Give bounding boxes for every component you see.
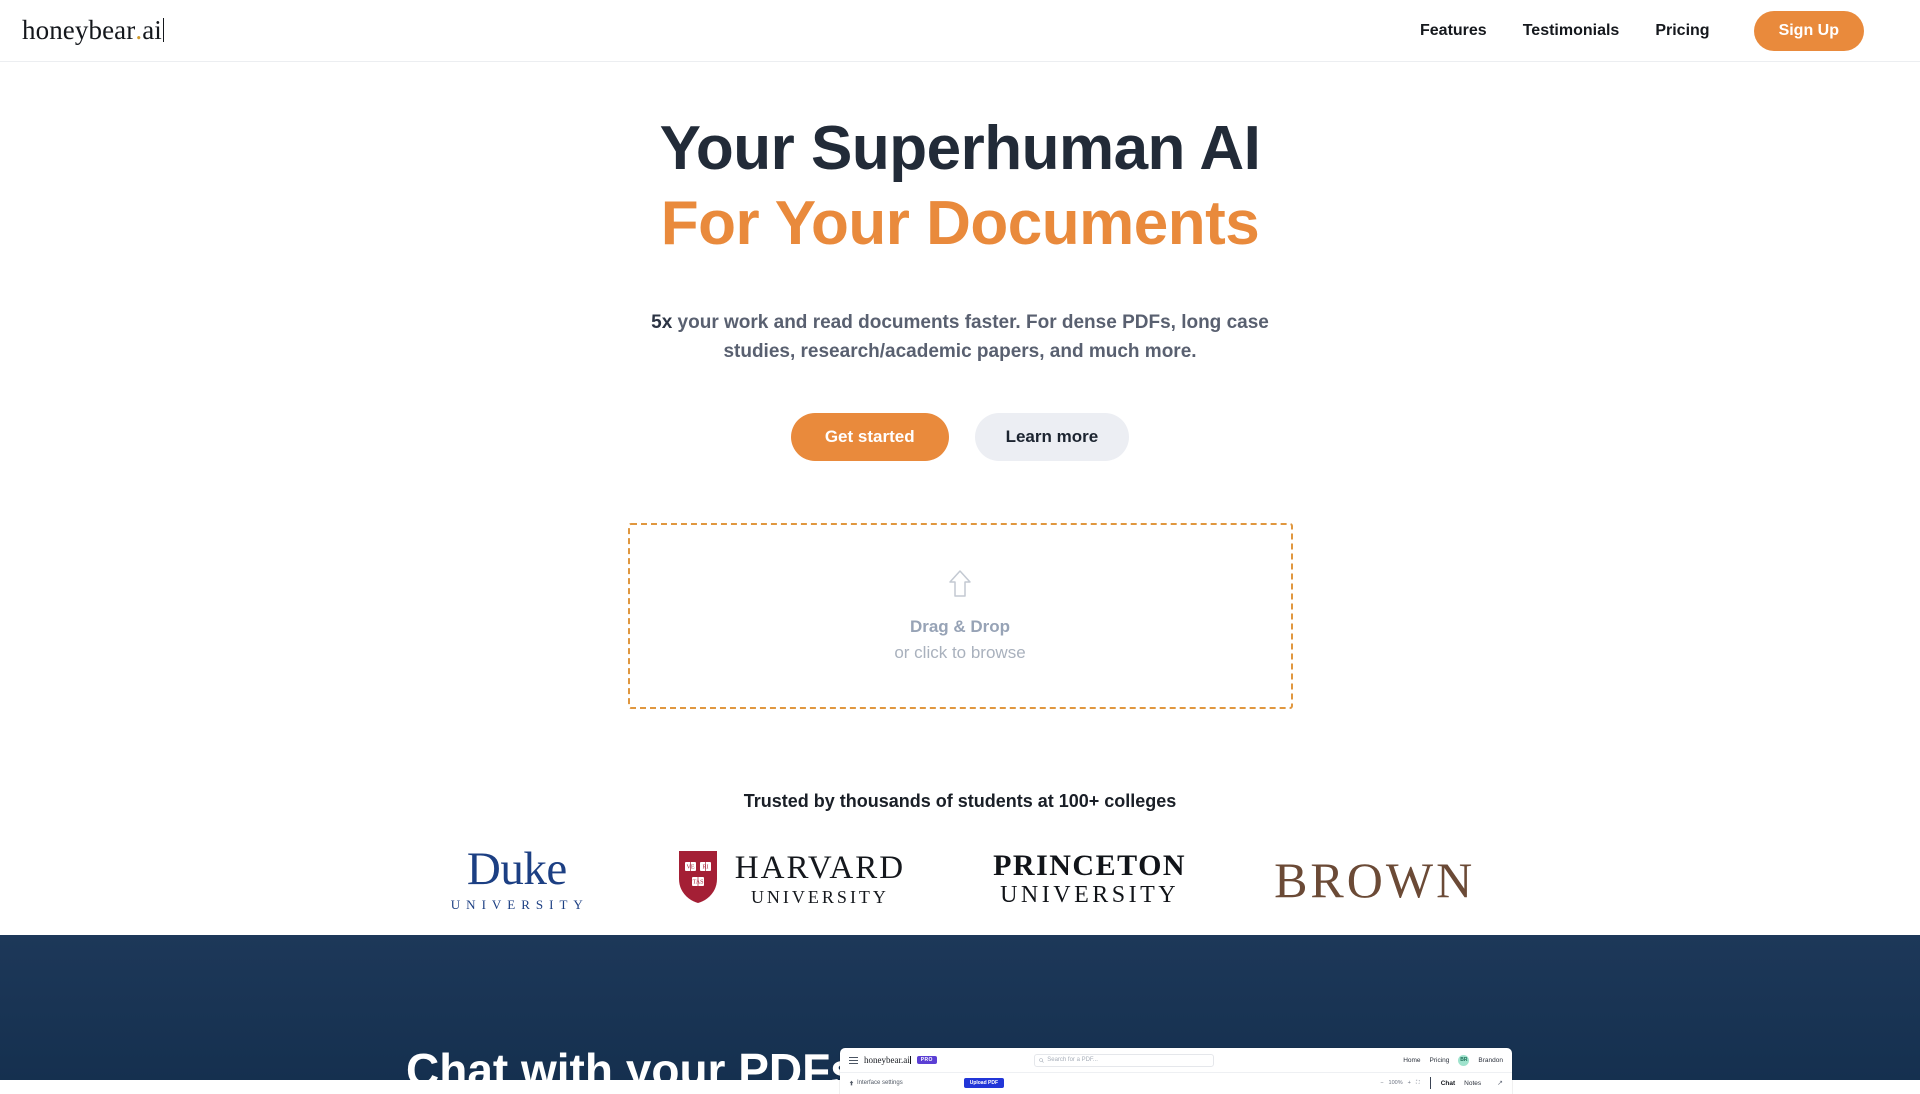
app-screenshot-preview: honeybear.ai PRO Search for a PDF... Hom… [840, 1048, 1512, 1094]
harvard-text-group: HARVARD UNIVERSITY [735, 851, 905, 909]
site-logo[interactable]: honeybear. ai [22, 15, 164, 46]
preview-sidebar-label: Interface settings [857, 1080, 903, 1086]
fullscreen-icon[interactable]: ⛶ [1416, 1080, 1420, 1087]
hamburger-menu-icon[interactable] [849, 1056, 858, 1064]
preview-zoom-controls[interactable]: − 100% + ⛶ [1380, 1080, 1419, 1087]
learn-more-button[interactable]: Learn more [974, 413, 1130, 462]
preview-nav-home[interactable]: Home [1403, 1057, 1420, 1064]
preview-tabs: Chat Notes [1441, 1080, 1481, 1087]
university-logos-row: Duke UNIVERSITY VE RI TAS HARVARD UNIVER… [0, 846, 1920, 913]
upload-small-icon [849, 1080, 854, 1086]
get-started-button[interactable]: Get started [790, 413, 949, 462]
nav-link-testimonials[interactable]: Testimonials [1523, 22, 1620, 40]
search-icon [1039, 1057, 1044, 1063]
harvard-wordmark: HARVARD [734, 849, 906, 886]
trust-heading: Trusted by thousands of students at 100+… [743, 791, 1177, 812]
nav-link-features[interactable]: Features [1420, 22, 1487, 40]
princeton-wordmark: PRINCETON [993, 848, 1187, 882]
nav-link-pricing[interactable]: Pricing [1655, 22, 1709, 40]
preview-logo-text: honeybear.ai [864, 1055, 910, 1065]
zoom-out-icon[interactable]: − [1380, 1080, 1383, 1086]
dropzone-subtitle: or click to browse [894, 643, 1026, 663]
preview-nav-group: Home Pricing BR Brandon [1403, 1054, 1503, 1066]
sign-up-button[interactable]: Sign Up [1753, 10, 1864, 51]
preview-second-bar: Interface settings Upload PDF − 100% + ⛶… [840, 1073, 1512, 1093]
preview-tab-notes[interactable]: Notes [1464, 1080, 1481, 1087]
pro-badge: PRO [916, 1056, 937, 1064]
dropzone-wrapper: Drag & Drop or click to browse [0, 523, 1920, 710]
preview-logo[interactable]: honeybear.ai [864, 1055, 911, 1065]
avatar[interactable]: BR [1458, 1054, 1470, 1066]
expand-icon[interactable]: ↗ [1497, 1079, 1503, 1087]
princeton-subtext: UNIVERSITY [1000, 882, 1180, 909]
cta-button-row: Get started Learn more [0, 413, 1920, 462]
preview-search-input[interactable]: Search for a PDF... [1034, 1053, 1215, 1067]
preview-username[interactable]: Brandon [1478, 1057, 1503, 1064]
subhead-text: your work and read documents faster. For… [672, 312, 1269, 363]
logo-brown: BROWN [1274, 855, 1475, 905]
dropzone-title: Drag & Drop [909, 617, 1011, 637]
logo-harvard: VE RI TAS HARVARD UNIVERSITY [677, 849, 905, 910]
preview-divider [1429, 1077, 1431, 1089]
logo-name: honeybear [22, 15, 136, 45]
logo-duke: Duke UNIVERSITY [445, 846, 589, 913]
preview-nav-pricing[interactable]: Pricing [1430, 1057, 1450, 1064]
section-heading: Chat with your PDFs [406, 1044, 856, 1080]
subhead-emphasis: 5x [651, 312, 673, 334]
preview-search-placeholder: Search for a PDF... [1047, 1057, 1098, 1063]
preview-top-bar: honeybear.ai PRO Search for a PDF... Hom… [840, 1048, 1512, 1073]
duke-subtext: UNIVERSITY [450, 897, 589, 913]
hero-subheadline: 5x your work and read documents faster. … [640, 309, 1280, 367]
page-title: Your Superhuman AI For Your Documents [0, 114, 1920, 259]
brown-wordmark: BROWN [1274, 851, 1476, 908]
top-navigation-bar: honeybear. ai Features Testimonials Prici… [0, 0, 1920, 62]
logo-princeton: PRINCETON UNIVERSITY [993, 850, 1186, 910]
zoom-level: 100% [1388, 1080, 1403, 1086]
file-dropzone[interactable]: Drag & Drop or click to browse [627, 523, 1293, 710]
zoom-in-icon[interactable]: + [1408, 1080, 1411, 1086]
preview-tab-chat[interactable]: Chat [1441, 1080, 1455, 1087]
headline-line-2: For Your Documents [660, 188, 1260, 258]
preview-text-cursor-icon [909, 1056, 911, 1064]
text-cursor-icon [162, 18, 164, 42]
hero-section: Your Superhuman AI For Your Documents 5x… [0, 62, 1920, 913]
logo-dot: . [135, 15, 143, 45]
upload-arrow-icon [948, 569, 972, 604]
nav-links-group: Features Testimonials Pricing Sign Up [1420, 10, 1864, 51]
duke-wordmark: Duke [466, 843, 567, 896]
logo-suffix: ai [142, 15, 162, 45]
preview-sidebar-item[interactable]: Interface settings [849, 1080, 903, 1086]
headline-line-1: Your Superhuman AI [659, 114, 1261, 183]
harvard-subtext: UNIVERSITY [750, 887, 889, 908]
harvard-shield-icon: VE RI TAS [677, 849, 719, 910]
